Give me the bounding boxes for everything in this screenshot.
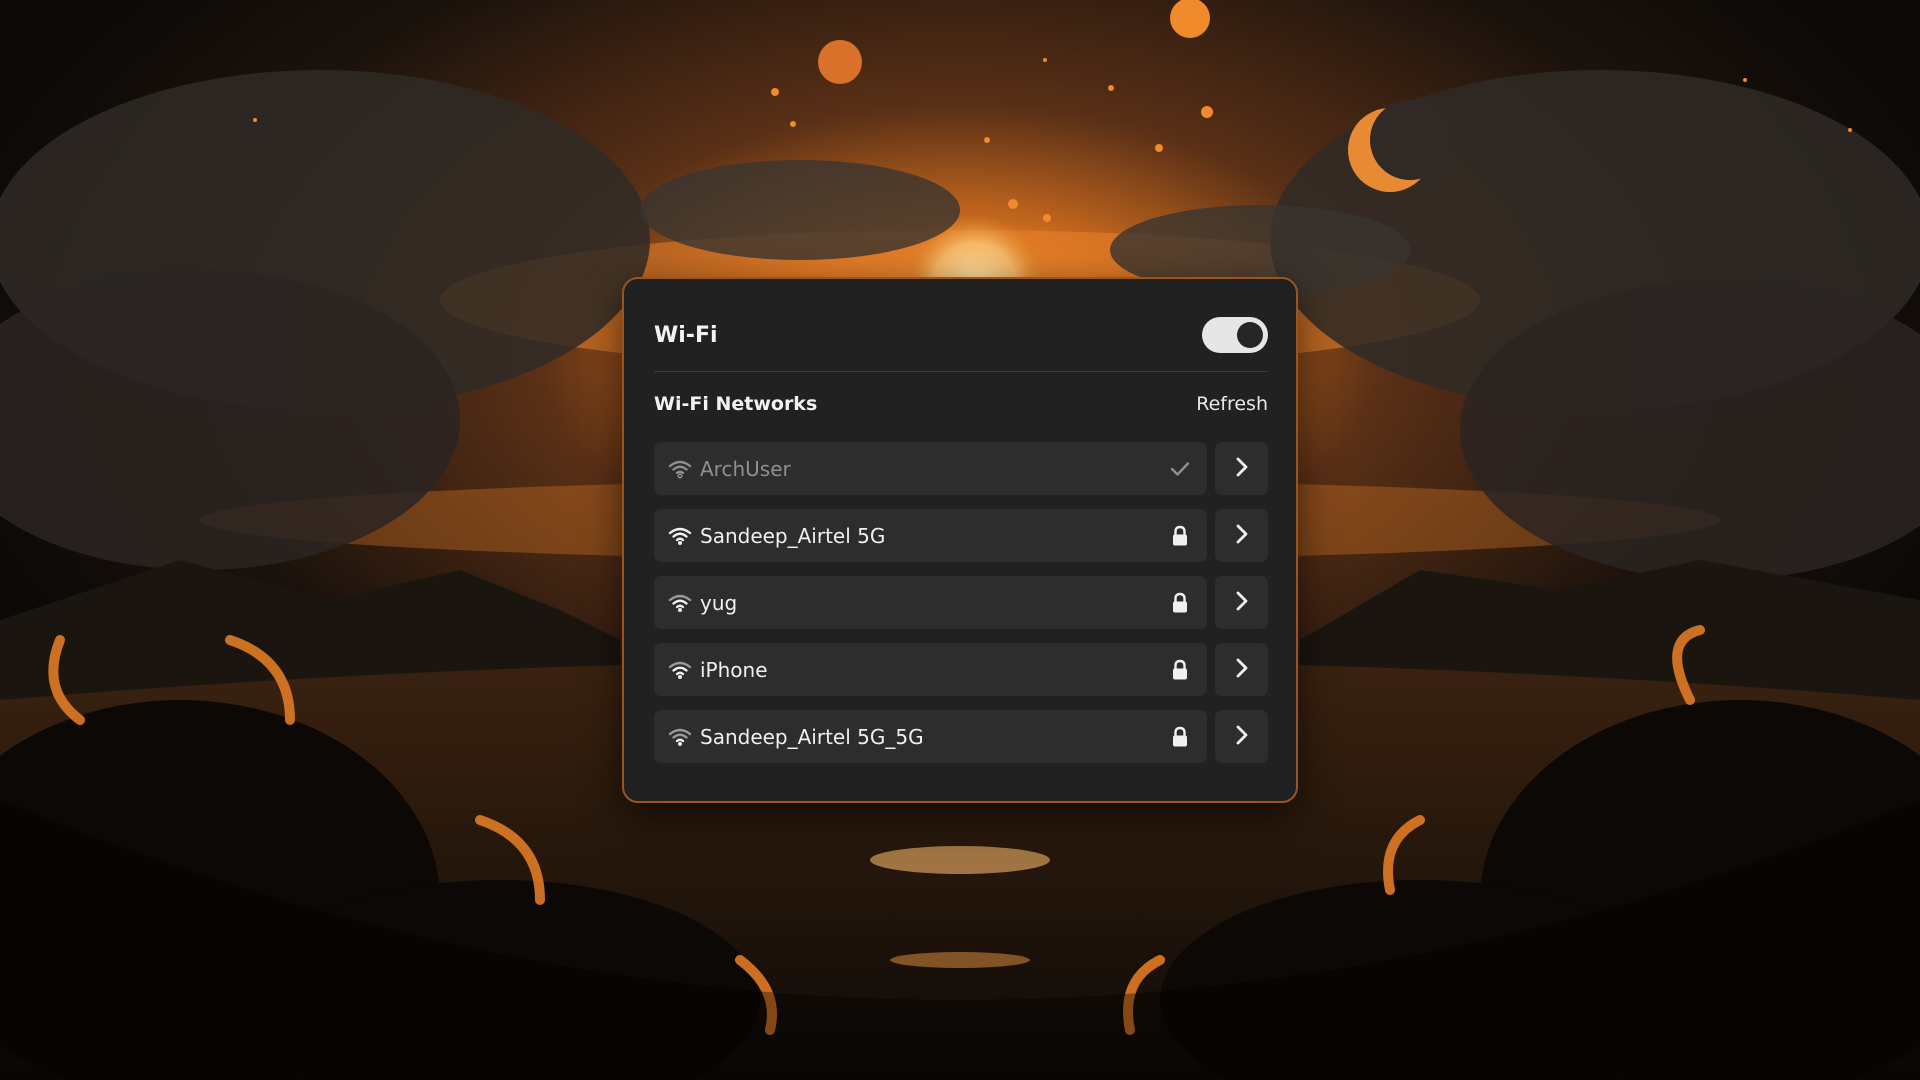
wifi-signal-icon <box>668 593 692 613</box>
chevron-right-icon <box>1235 456 1249 482</box>
network-name: Sandeep_Airtel 5G_5G <box>700 724 924 749</box>
network-details-button[interactable] <box>1215 643 1268 696</box>
network-row: yug <box>654 576 1268 629</box>
network-details-button[interactable] <box>1215 442 1268 495</box>
lock-icon <box>1169 525 1191 547</box>
network-item-sandeep-airtel-5g[interactable]: Sandeep_Airtel 5G <box>654 509 1207 562</box>
networks-section-header: Wi-Fi Networks Refresh <box>654 389 1268 419</box>
wifi-signal-icon <box>668 459 692 479</box>
wifi-toggle[interactable] <box>1202 317 1268 353</box>
chevron-right-icon <box>1235 724 1249 750</box>
network-details-button[interactable] <box>1215 710 1268 763</box>
network-row: ArchUser <box>654 442 1268 495</box>
lock-icon <box>1169 592 1191 614</box>
network-row: Sandeep_Airtel 5G_5G <box>654 710 1268 763</box>
network-item-sandeep-airtel-5g-5g[interactable]: Sandeep_Airtel 5G_5G <box>654 710 1207 763</box>
chevron-right-icon <box>1235 590 1249 616</box>
network-name: yug <box>700 590 738 615</box>
network-item-archuser[interactable]: ArchUser <box>654 442 1207 495</box>
section-title: Wi-Fi Networks <box>654 393 818 415</box>
wifi-signal-icon <box>668 526 692 546</box>
network-name: Sandeep_Airtel 5G <box>700 523 886 548</box>
divider <box>654 371 1268 372</box>
chevron-right-icon <box>1235 523 1249 549</box>
chevron-right-icon <box>1235 657 1249 683</box>
refresh-button[interactable]: Refresh <box>1196 393 1268 415</box>
network-details-button[interactable] <box>1215 576 1268 629</box>
network-name: iPhone <box>700 657 768 682</box>
wifi-signal-icon <box>668 727 692 747</box>
network-list: ArchUser Sandeep_Airtel 5G yug iPhone Sa… <box>654 442 1268 777</box>
network-row: Sandeep_Airtel 5G <box>654 509 1268 562</box>
toggle-knob <box>1237 322 1263 348</box>
panel-title: Wi-Fi <box>654 322 718 348</box>
lock-icon <box>1169 726 1191 748</box>
checkmark-icon <box>1169 458 1191 480</box>
wifi-panel-header: Wi-Fi <box>654 315 1268 355</box>
lock-icon <box>1169 659 1191 681</box>
network-row: iPhone <box>654 643 1268 696</box>
wifi-signal-icon <box>668 660 692 680</box>
wifi-panel: Wi-Fi Wi-Fi Networks Refresh ArchUser Sa… <box>622 277 1298 803</box>
network-item-yug[interactable]: yug <box>654 576 1207 629</box>
network-item-iphone[interactable]: iPhone <box>654 643 1207 696</box>
network-name: ArchUser <box>700 456 791 481</box>
network-details-button[interactable] <box>1215 509 1268 562</box>
